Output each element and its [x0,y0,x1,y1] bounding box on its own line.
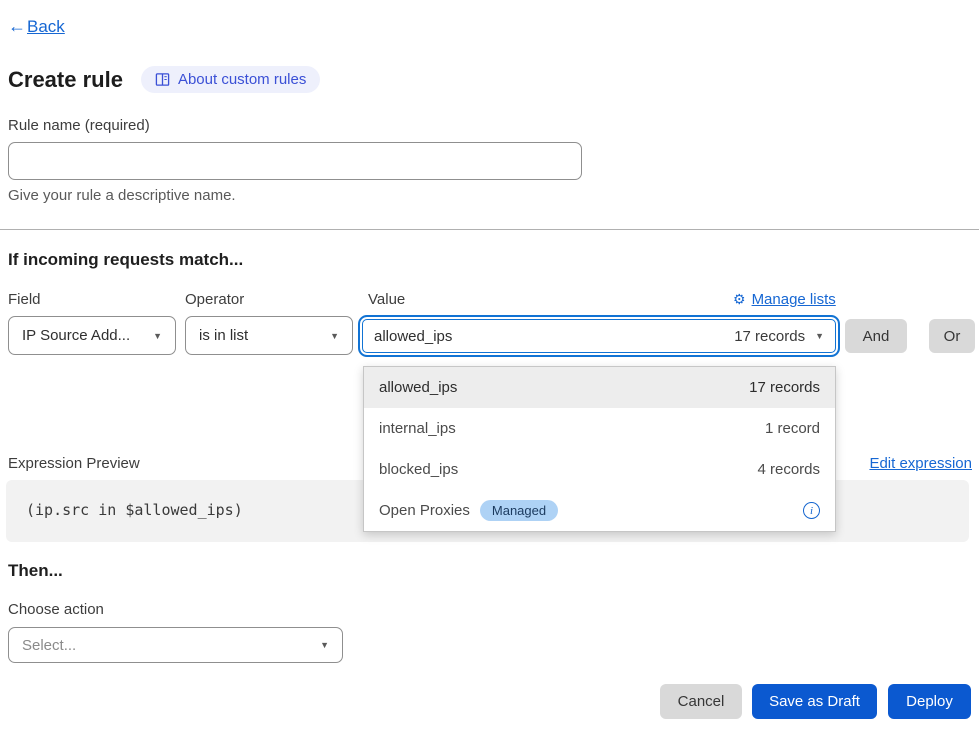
list-item-name: allowed_ips [379,379,457,396]
value-select-record-count: 17 records [734,328,805,345]
list-item-blocked-ips[interactable]: blocked_ips 4 records [364,449,835,490]
operator-label: Operator [185,291,244,308]
list-item-record-count: 17 records [749,379,820,396]
section-divider [0,229,979,230]
expression-preview-label: Expression Preview [8,455,140,472]
list-item-name: blocked_ips [379,461,458,478]
list-item-internal-ips[interactable]: internal_ips 1 record [364,408,835,449]
choose-action-label: Choose action [8,601,104,618]
title-row: Create rule About custom rules [8,66,320,93]
chevron-down-icon: ▼ [322,331,339,341]
back-arrow-icon: ← [8,16,26,37]
chevron-down-icon: ▼ [145,331,162,341]
book-icon [155,72,170,87]
deploy-button[interactable]: Deploy [888,684,971,719]
about-custom-rules-label: About custom rules [178,71,306,88]
gear-icon: ⚙ [733,291,746,308]
or-button[interactable]: Or [929,319,975,353]
and-button[interactable]: And [845,319,907,353]
back-link-label: Back [27,17,65,37]
value-label: Value [368,291,405,308]
manage-lists-link[interactable]: ⚙ Manage lists [733,291,836,308]
action-select[interactable]: Select... ▼ [8,627,343,663]
create-rule-page: ← Back Create rule About custom rules Ru… [0,0,979,739]
save-as-draft-button[interactable]: Save as Draft [752,684,877,719]
list-item-allowed-ips[interactable]: allowed_ips 17 records [364,367,835,408]
operator-select[interactable]: is in list ▼ [185,316,353,355]
value-select-selected: allowed_ips [374,328,452,345]
then-section-heading: Then... [8,561,63,581]
rule-name-input[interactable] [8,142,582,180]
chevron-down-icon: ▼ [805,331,824,341]
value-select[interactable]: allowed_ips 17 records ▼ [358,315,840,357]
cancel-button[interactable]: Cancel [660,684,742,719]
managed-badge: Managed [480,500,558,521]
field-select-value: IP Source Add... [22,327,130,344]
chevron-down-icon: ▼ [312,640,329,650]
rule-name-help-text: Give your rule a descriptive name. [8,187,236,204]
list-item-name: Open Proxies [379,502,470,519]
list-item-record-count: 1 record [765,420,820,437]
page-title: Create rule [8,67,123,93]
about-custom-rules-link[interactable]: About custom rules [141,66,320,93]
operator-select-value: is in list [199,327,248,344]
list-item-open-proxies[interactable]: Open Proxies Managed i [364,490,835,531]
manage-lists-label: Manage lists [752,291,836,308]
action-select-placeholder: Select... [22,637,76,654]
back-link[interactable]: ← Back [8,16,65,37]
match-section-heading: If incoming requests match... [8,250,243,270]
field-select[interactable]: IP Source Add... ▼ [8,316,176,355]
value-dropdown-menu: allowed_ips 17 records internal_ips 1 re… [363,366,836,532]
list-item-name: internal_ips [379,420,456,437]
list-item-record-count: 4 records [757,461,820,478]
expression-code: (ip.src in $allowed_ips) [26,501,243,519]
info-icon[interactable]: i [803,502,820,519]
edit-expression-link[interactable]: Edit expression [869,455,972,472]
rule-name-label: Rule name (required) [8,117,150,134]
field-label: Field [8,291,41,308]
